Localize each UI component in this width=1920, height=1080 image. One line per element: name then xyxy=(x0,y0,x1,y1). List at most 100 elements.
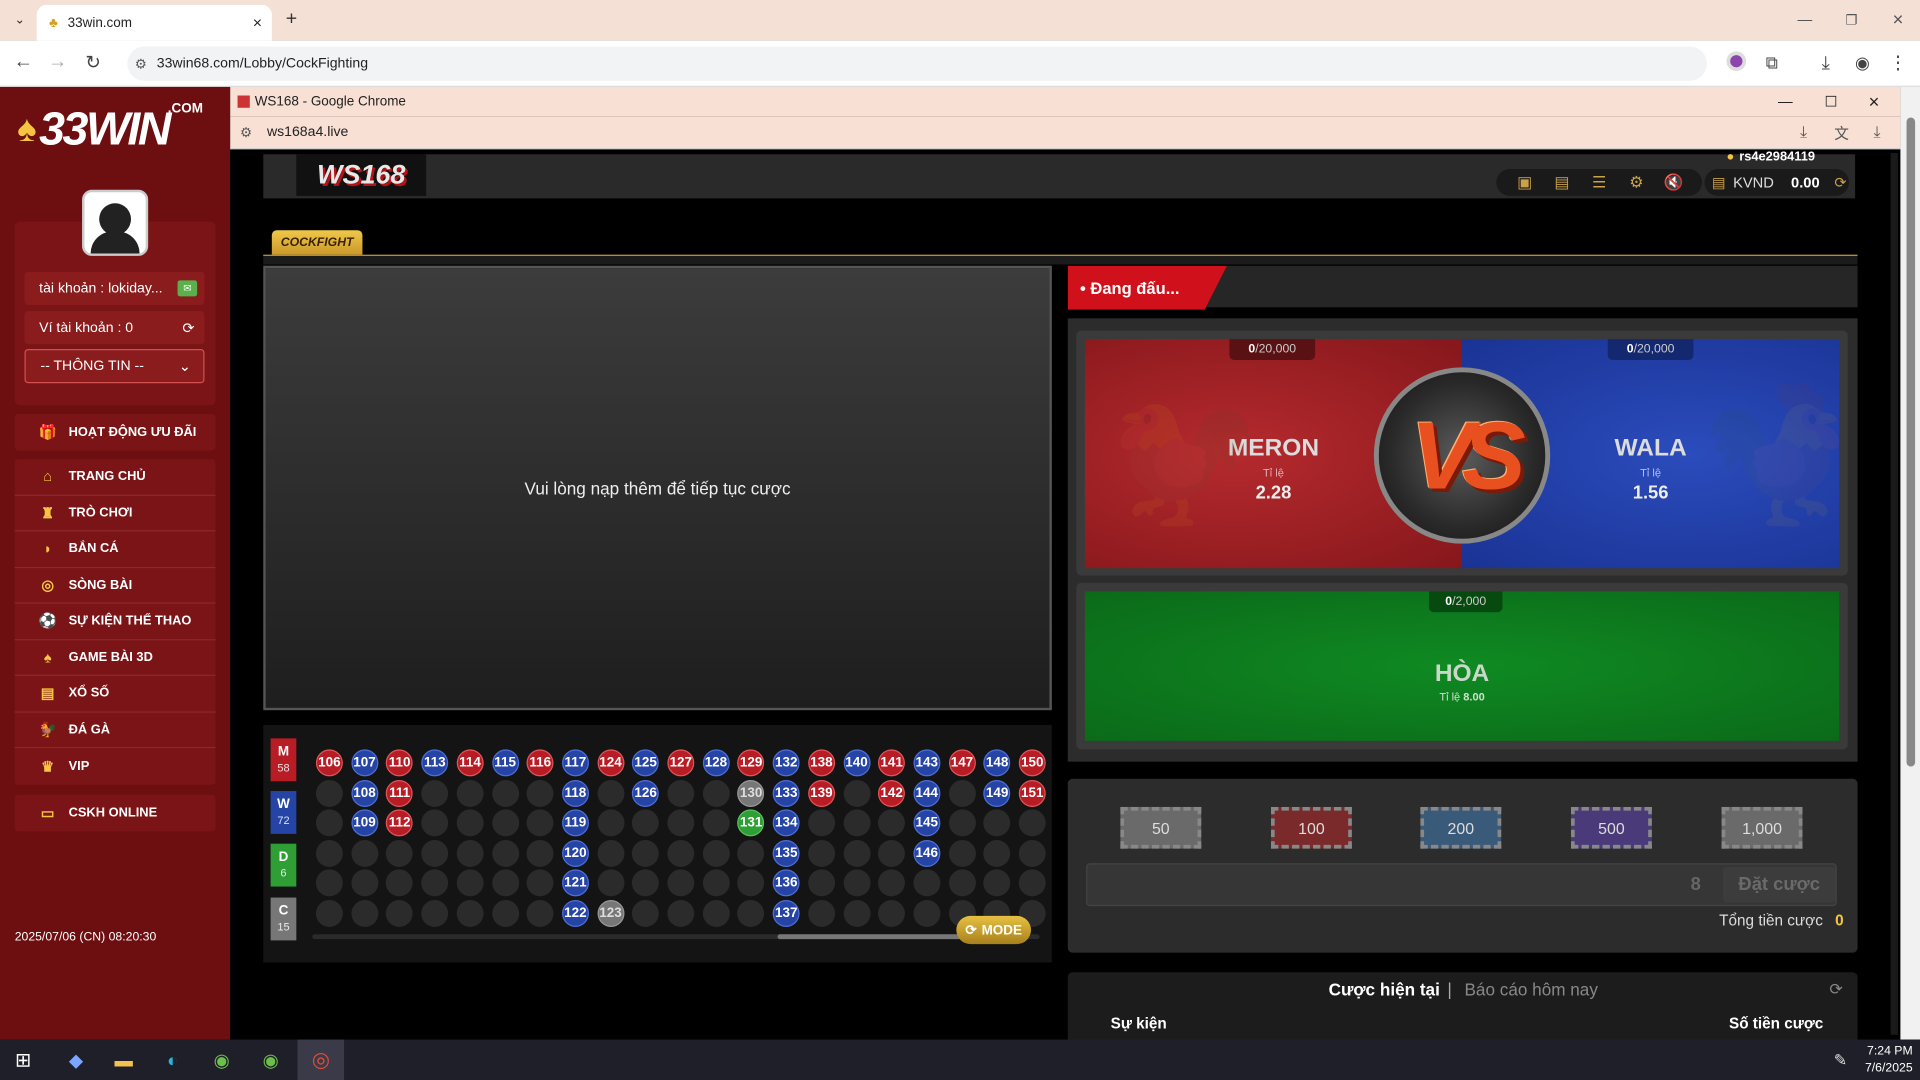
tab-cockfight[interactable]: COCKFIGHT xyxy=(271,230,363,256)
tab-current-bets[interactable]: Cược hiện tại xyxy=(1329,980,1440,1000)
road-scrollbar[interactable] xyxy=(312,934,1040,940)
browser-tab-bar: ⌄ ♣ 33win.com × + — ❐ × xyxy=(0,0,1920,41)
bet-amount-value: 8 xyxy=(1690,874,1701,896)
mode-button[interactable]: ⟳ MODE xyxy=(956,915,1032,945)
url-input[interactable]: ⚙ 33win68.com/Lobby/CockFighting xyxy=(127,46,1707,81)
wala-limit-max: /20,000 xyxy=(1633,342,1675,357)
edge-icon[interactable]: ◐ xyxy=(160,1048,184,1072)
chip-button[interactable]: 1,000 xyxy=(1721,806,1803,849)
menu-item-vip[interactable]: ♛ VIP xyxy=(15,748,216,784)
close-window-icon[interactable]: × xyxy=(1888,9,1908,30)
copilot-icon[interactable]: ◆ xyxy=(64,1048,88,1072)
site-datetime: 2025/07/06 (CN) 08:20:30 xyxy=(14,930,157,945)
road-empty-cell xyxy=(983,869,1011,897)
road-result: 130 xyxy=(737,779,765,807)
road-empty-cell xyxy=(632,809,660,837)
chip-button[interactable]: 500 xyxy=(1571,806,1652,849)
extension-icon[interactable] xyxy=(1726,51,1747,72)
profile-icon[interactable]: ◉ xyxy=(1851,51,1873,73)
road-result: 150 xyxy=(1018,749,1046,777)
rooster-icon: 🐓 xyxy=(38,720,57,739)
windows-start-icon[interactable]: ⊞ xyxy=(12,1049,34,1072)
road-count-letter: C xyxy=(278,903,289,918)
road-empty-cell xyxy=(948,869,976,897)
road-empty-cell xyxy=(386,899,414,927)
scrollbar-thumb[interactable] xyxy=(1906,117,1916,767)
browser-tab[interactable]: ♣ 33win.com × xyxy=(36,4,272,41)
popup-scrollbar[interactable] xyxy=(1890,153,1898,1035)
site-info-icon[interactable]: ⚙ xyxy=(135,56,147,72)
forward-icon[interactable]: → xyxy=(47,51,69,73)
translate-icon[interactable]: 文 xyxy=(1834,122,1849,143)
road-empty-cell xyxy=(843,779,871,807)
history-icon[interactable]: ▣ xyxy=(1511,170,1538,194)
meron-limit: 0/20,000 xyxy=(1229,339,1316,361)
refresh-icon[interactable]: ⟳ xyxy=(182,319,194,336)
chip-button[interactable]: 100 xyxy=(1271,806,1352,849)
menu-item-fishing[interactable]: ◗ BẮN CÁ xyxy=(14,531,216,568)
site-logo[interactable]: ♠ 33WIN .COM xyxy=(17,94,213,165)
new-tab-icon[interactable]: + xyxy=(282,9,302,30)
video-player[interactable]: Vui lòng nạp thêm để tiếp tục cược xyxy=(263,265,1052,711)
road-result: 145 xyxy=(913,809,941,837)
popup-maximize-icon[interactable]: ☐ xyxy=(1824,93,1837,110)
pen-icon[interactable]: ✎ xyxy=(1829,1049,1851,1071)
spade-logo-icon: ♠ xyxy=(17,108,37,150)
popup-site-info-icon[interactable]: ⚙ xyxy=(240,124,252,141)
chip-button[interactable]: 50 xyxy=(1120,806,1202,849)
road-empty-cell xyxy=(737,869,765,897)
menu-item-3d-cards[interactable]: ♠ GAME BÀI 3D xyxy=(14,640,216,676)
clock[interactable]: 7:24 PM 7/6/2025 xyxy=(1859,1043,1913,1077)
road-empty-cell xyxy=(807,839,835,867)
info-select[interactable]: -- THÔNG TIN -- ⌄ xyxy=(24,348,205,384)
menu-item-games[interactable]: ♜ TRÒ CHƠI xyxy=(14,495,216,532)
menu-label: XỔ SỐ xyxy=(68,686,110,701)
page-scrollbar[interactable] xyxy=(1900,86,1920,1040)
road-scroll-thumb[interactable] xyxy=(777,934,962,940)
avatar[interactable] xyxy=(82,189,149,256)
menu-item-home[interactable]: ⌂ TRANG CHỦ xyxy=(14,459,216,496)
menu-kebab-icon[interactable]: ⋮ xyxy=(1887,51,1909,74)
ws168-logo[interactable]: WS168 xyxy=(296,154,427,196)
back-icon[interactable]: ← xyxy=(12,51,34,73)
file-explorer-icon[interactable]: ▬ xyxy=(111,1048,135,1072)
menu-item-casino[interactable]: ◎ SÒNG BÀI xyxy=(14,568,216,604)
menu-item-support[interactable]: ▭ CSKH ONLINE xyxy=(15,795,216,831)
menu-item-cockfight[interactable]: 🐓 ĐÁ GÀ xyxy=(14,712,216,749)
balance-refresh-icon[interactable]: ⟳ xyxy=(1834,174,1846,191)
report-icon[interactable]: ▤ xyxy=(1548,170,1575,194)
app-icon[interactable]: ◉ xyxy=(258,1048,282,1072)
place-bet-button[interactable]: Đặt cược xyxy=(1722,866,1836,903)
app-icon[interactable]: ◉ xyxy=(209,1048,233,1072)
chrome-icon[interactable]: ◎ xyxy=(297,1039,345,1080)
road-empty-cell xyxy=(667,779,695,807)
road-empty-cell xyxy=(843,869,871,897)
crown-icon: ♛ xyxy=(41,757,55,775)
install-icon[interactable]: ⤓ xyxy=(1800,122,1807,142)
popup-download-icon[interactable]: ⤓ xyxy=(1873,122,1880,142)
popup-minimize-icon[interactable]: — xyxy=(1778,93,1793,110)
tab-today-report[interactable]: Báo cáo hôm nay xyxy=(1464,980,1597,1000)
reload-icon[interactable]: ↻ xyxy=(82,51,104,74)
extensions-puzzle-icon[interactable]: ⧉ xyxy=(1761,51,1783,73)
road-empty-cell xyxy=(632,839,660,867)
bets-refresh-icon[interactable]: ⟳ xyxy=(1829,980,1842,1000)
menu-item-sports[interactable]: ⚽ SỰ KIỆN THỂ THAO xyxy=(14,604,216,640)
mute-icon[interactable]: 🔇 xyxy=(1660,170,1687,194)
message-icon[interactable]: ✉ xyxy=(177,280,198,297)
settings-gear-icon[interactable]: ⚙ xyxy=(1623,170,1650,194)
restore-icon[interactable]: ❐ xyxy=(1842,10,1862,30)
chip-button[interactable]: 200 xyxy=(1420,806,1502,849)
tab-list-icon[interactable]: ⌄ xyxy=(10,10,30,30)
draw-bet-area[interactable]: 0/2,000 HÒA Tỉ lệ 8.00 xyxy=(1084,591,1840,741)
minimize-icon[interactable]: — xyxy=(1795,10,1815,30)
road-result: 116 xyxy=(526,749,554,777)
rules-icon[interactable]: ☰ xyxy=(1586,170,1613,194)
road-result: 142 xyxy=(878,779,906,807)
popup-close-icon[interactable]: × xyxy=(1869,91,1880,112)
download-icon[interactable]: ⤓ xyxy=(1815,51,1837,73)
menu-item-promo[interactable]: 🎁 HOẠT ĐỘNG ƯU ĐÃI xyxy=(15,414,216,450)
menu-item-lottery[interactable]: ▤ XỔ SỐ xyxy=(14,676,216,713)
close-tab-icon[interactable]: × xyxy=(253,13,262,31)
road-count-value: 6 xyxy=(280,866,287,879)
